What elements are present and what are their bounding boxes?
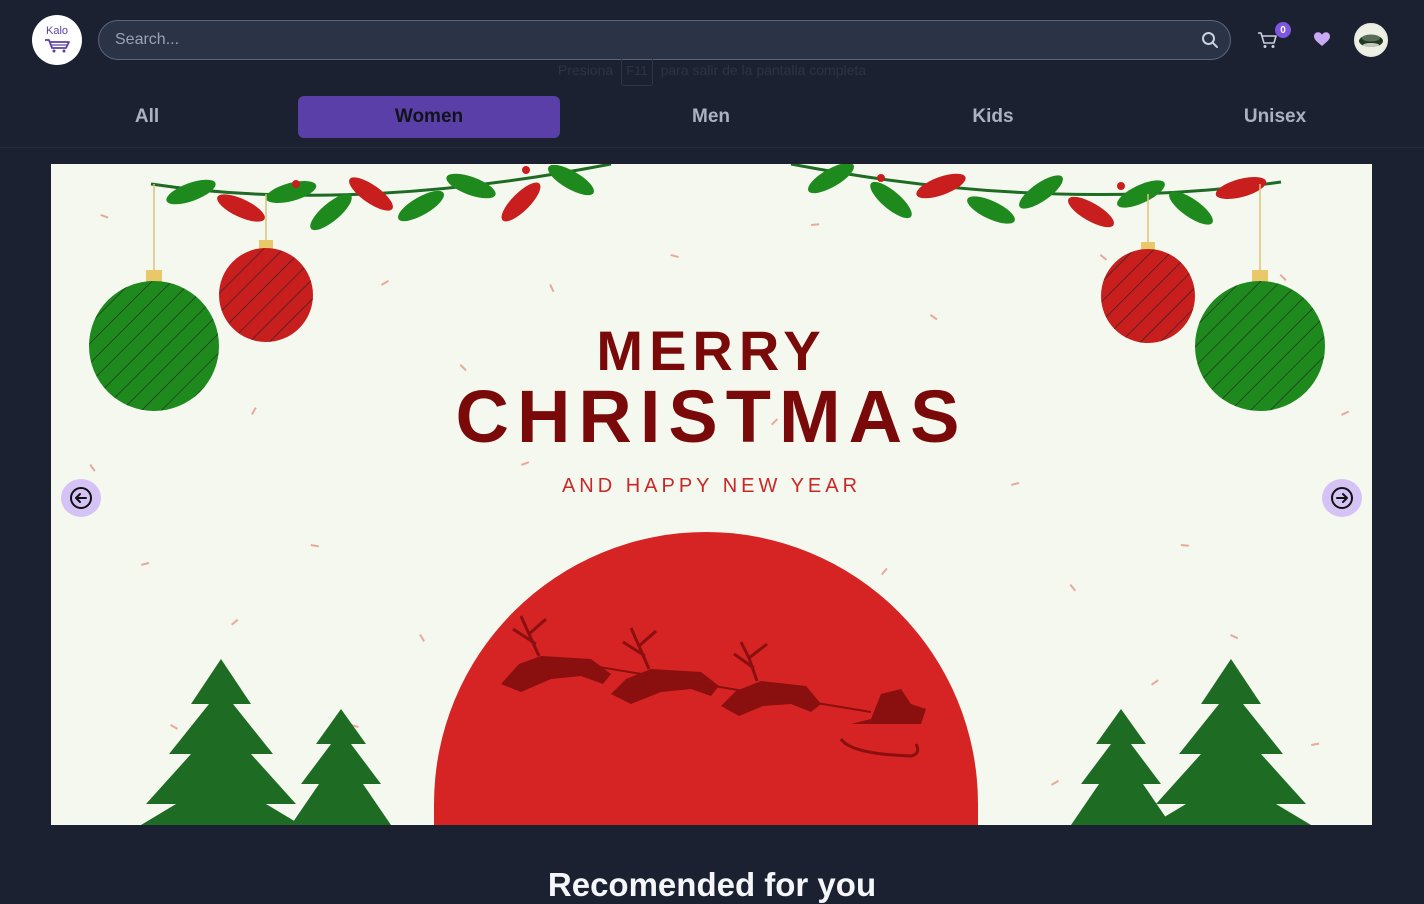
fullscreen-hint-after: para salir de la pantalla completa: [660, 62, 867, 78]
promo-banner[interactable]: MERRY CHRISTMAS AND HAPPY NEW YEAR: [51, 164, 1372, 825]
cart-count-badge: 0: [1275, 22, 1291, 38]
logo-cart-icon: [45, 38, 70, 52]
tab-unisex[interactable]: Unisex: [1144, 96, 1406, 138]
avatar-image: [1356, 25, 1386, 55]
tab-women[interactable]: Women: [298, 96, 560, 138]
garland-left: [150, 164, 612, 231]
trees-right: [1071, 659, 1311, 825]
tab-men[interactable]: Men: [580, 96, 842, 138]
category-tabs: All Women Men Kids Unisex: [0, 94, 1424, 140]
avatar[interactable]: [1354, 23, 1388, 57]
arrow-right-icon: [1331, 487, 1353, 509]
banner-subtitle: AND HAPPY NEW YEAR: [561, 475, 862, 497]
tab-kids[interactable]: Kids: [862, 96, 1124, 138]
garland-right: [790, 164, 1282, 228]
header-divider: [0, 147, 1424, 148]
logo-text: Kalo: [45, 24, 69, 37]
heart-icon[interactable]: [1313, 31, 1331, 48]
arrow-left-icon: [70, 487, 92, 509]
carousel-prev-button[interactable]: [61, 479, 101, 517]
carousel-next-button[interactable]: [1322, 479, 1362, 517]
trees-left: [141, 659, 391, 825]
section-title: Recomended for you: [547, 866, 877, 903]
fullscreen-hint-key: F11: [621, 54, 653, 86]
tab-all[interactable]: All: [16, 96, 278, 138]
search-icon[interactable]: [1200, 30, 1220, 50]
fullscreen-hint-before: Presiona: [557, 62, 614, 78]
banner-title-line2: CHRISTMAS: [455, 375, 968, 458]
fullscreen-hint: Presiona F11 para salir de la pantalla c…: [0, 53, 1424, 87]
